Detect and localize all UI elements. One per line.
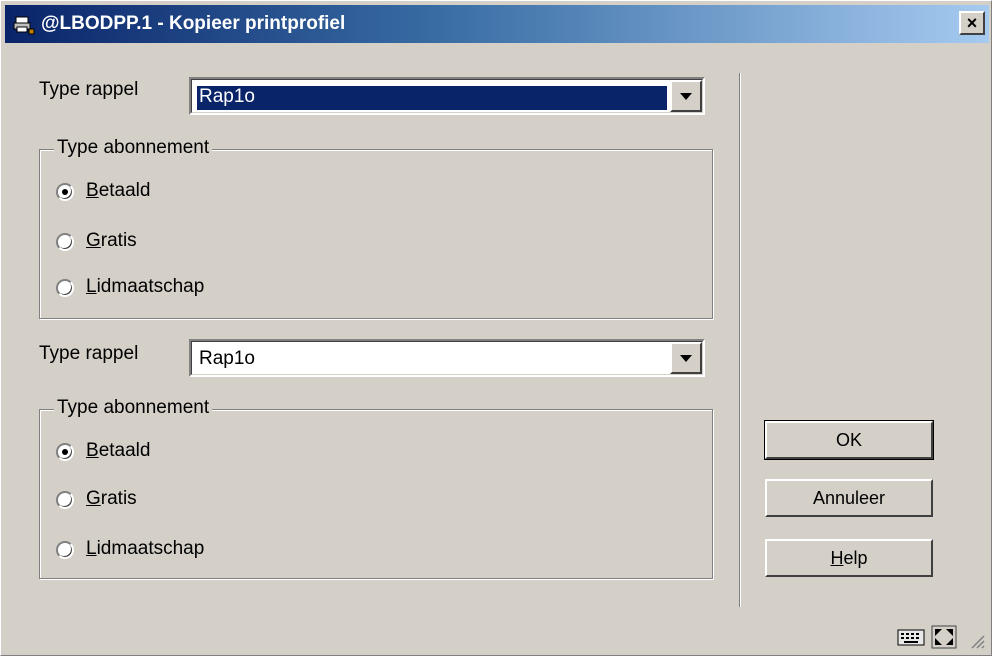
chevron-down-icon[interactable] <box>670 80 702 112</box>
close-icon: × <box>966 13 978 33</box>
vertical-separator <box>739 73 740 607</box>
radio-indicator[interactable] <box>56 279 74 297</box>
type-abonnement-legend-1: Type abonnement <box>54 137 213 159</box>
radio-indicator[interactable] <box>56 491 74 509</box>
size-grip-icon[interactable] <box>967 631 985 649</box>
radio-indicator[interactable] <box>56 233 74 251</box>
type-abonnement-group-2: Type abonnement Betaald Gratis Lidmaatsc… <box>39 397 713 579</box>
type-rappel-value-1: Rap1o <box>197 86 667 110</box>
printer-network-icon <box>13 16 35 35</box>
resize-icon[interactable] <box>931 625 957 649</box>
type-rappel-label-2: Type rappel <box>39 343 139 364</box>
type-rappel-select-1[interactable]: Rap1o <box>189 77 705 115</box>
status-icons <box>897 623 987 651</box>
type-rappel-value-2: Rap1o <box>199 348 255 369</box>
dialog-window: @LBODPP.1 - Kopieer printprofiel × Type … <box>0 0 992 656</box>
window-title: @LBODPP.1 - Kopieer printprofiel <box>41 13 346 34</box>
close-button[interactable]: × <box>959 11 985 35</box>
title-bar: @LBODPP.1 - Kopieer printprofiel × <box>5 5 989 43</box>
cancel-button[interactable]: Annuleer <box>765 479 933 517</box>
chevron-down-icon[interactable] <box>670 342 702 374</box>
type-rappel-label-1: Type rappel <box>39 79 139 100</box>
type-abonnement-group-1: Type abonnement Betaald Gratis Lidmaatsc… <box>39 137 713 319</box>
radio-indicator[interactable] <box>56 443 74 461</box>
type-rappel-select-2[interactable]: Rap1o <box>189 339 705 377</box>
radio-indicator[interactable] <box>56 183 74 201</box>
ok-button[interactable]: OK <box>764 420 934 460</box>
help-button[interactable]: Help <box>765 539 933 577</box>
type-abonnement-legend-2: Type abonnement <box>54 397 213 419</box>
radio-indicator[interactable] <box>56 541 74 559</box>
keyboard-icon[interactable] <box>897 627 925 647</box>
